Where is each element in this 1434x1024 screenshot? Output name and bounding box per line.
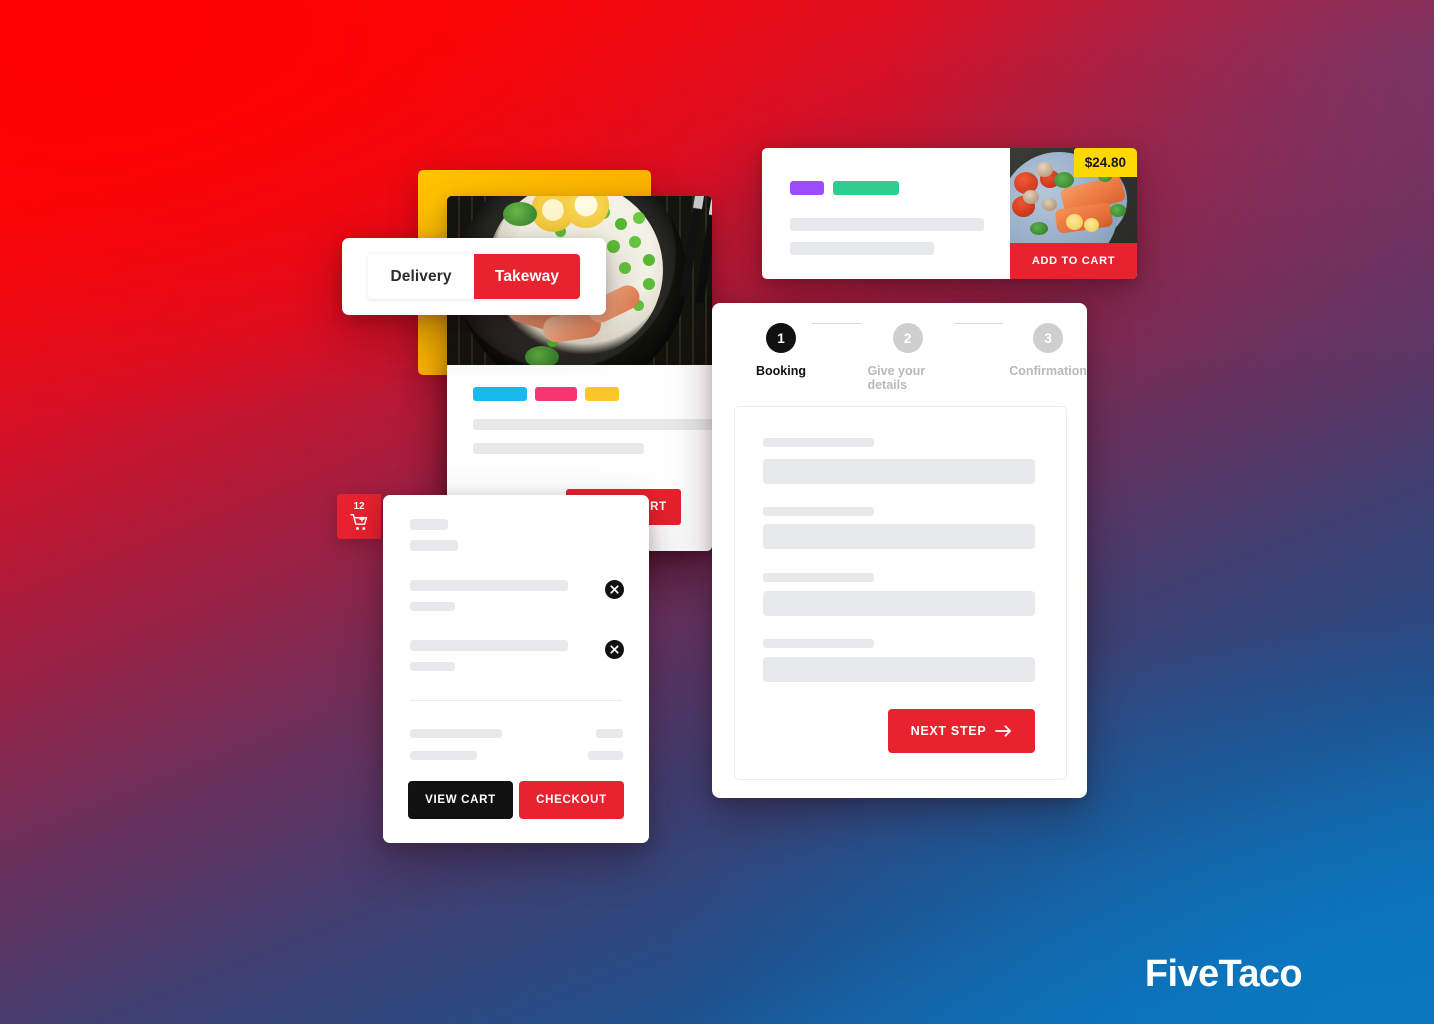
- swatch-pink[interactable]: [535, 387, 577, 401]
- purple-tag-icon: [790, 181, 824, 195]
- step-booking[interactable]: 1 Booking: [756, 323, 806, 378]
- swatch-yellow[interactable]: [585, 387, 619, 401]
- step-connector-1: [812, 323, 862, 324]
- cart-item-remove-button-2[interactable]: [605, 640, 624, 659]
- cart-item-remove-button-1[interactable]: [605, 580, 624, 599]
- product-skeleton-line-2: [473, 443, 644, 454]
- step-give-your-details[interactable]: 2 Give your details: [867, 323, 947, 392]
- next-step-button[interactable]: NEXT STEP: [888, 709, 1035, 753]
- promo-add-to-cart-button[interactable]: ADD TO CART: [1010, 243, 1137, 279]
- field-label-4: [763, 639, 874, 648]
- cart-divider: [410, 700, 622, 701]
- cart-plus-icon: [349, 514, 367, 530]
- field-input-3[interactable]: [763, 591, 1035, 616]
- step-3-number: 3: [1033, 323, 1064, 353]
- step-connector-2: [953, 323, 1004, 324]
- close-icon: [610, 645, 619, 654]
- field-label-2: [763, 507, 874, 516]
- next-step-label: NEXT STEP: [910, 724, 987, 738]
- step-1-label: Booking: [756, 364, 806, 378]
- cart-item-title-2: [410, 640, 568, 651]
- cart-total-label-1: [410, 729, 502, 738]
- promo-skeleton-line-1: [790, 218, 984, 231]
- toggle-option-takeway[interactable]: Takeway: [474, 254, 580, 299]
- promo-tag-row: [790, 181, 899, 195]
- cart-skeleton-top-1: [410, 519, 448, 530]
- toggle-option-delivery[interactable]: Delivery: [368, 254, 474, 299]
- cart-item-title-1: [410, 580, 568, 591]
- product-skeleton-line-1: [473, 419, 721, 430]
- promo-product-card[interactable]: $24.80 ADD TO CART: [762, 148, 1137, 279]
- field-input-1[interactable]: [763, 459, 1035, 484]
- cart-count-value: 12: [353, 501, 365, 512]
- step-3-label: Confirmation: [1009, 364, 1087, 378]
- field-label-1: [763, 438, 874, 447]
- field-label-3: [763, 573, 874, 582]
- cart-total-label-2: [410, 751, 477, 760]
- step-confirmation[interactable]: 3 Confirmation: [1009, 323, 1087, 378]
- cart-item-sub-1: [410, 602, 455, 611]
- cart-total-value-1: [596, 729, 623, 738]
- close-icon: [610, 585, 619, 594]
- order-type-toggle-card: Delivery Takeway: [342, 238, 606, 315]
- field-input-2[interactable]: [763, 524, 1035, 549]
- order-type-segmented-control[interactable]: Delivery Takeway: [368, 254, 580, 299]
- cart-total-value-2: [588, 751, 623, 760]
- field-input-4[interactable]: [763, 657, 1035, 682]
- cart-skeleton-top-2: [410, 540, 458, 551]
- step-1-number: 1: [766, 323, 796, 353]
- screenshot-stage: $24.80 ADD TO CART CART Delivery Takeway…: [0, 0, 1434, 1024]
- promo-price-badge: $24.80: [1073, 148, 1137, 177]
- checkout-button[interactable]: CHECKOUT: [519, 781, 624, 819]
- step-2-number: 2: [892, 323, 923, 353]
- booking-form-panel: NEXT STEP: [734, 406, 1067, 780]
- promo-skeleton-line-2: [790, 242, 934, 255]
- green-tag-icon: [833, 181, 899, 195]
- step-2-label: Give your details: [867, 364, 926, 392]
- arrow-right-icon: [995, 725, 1012, 737]
- booking-stepper: 1 Booking 2 Give your details 3 Confirma…: [756, 323, 1087, 392]
- color-swatch-row[interactable]: [473, 387, 619, 401]
- view-cart-button[interactable]: VIEW CART: [408, 781, 513, 819]
- fivetaco-logo: FiveTaco: [1144, 953, 1303, 995]
- mini-cart-panel: VIEW CART CHECKOUT: [383, 495, 649, 843]
- cart-item-sub-2: [410, 662, 455, 671]
- booking-wizard-card: 1 Booking 2 Give your details 3 Confirma…: [712, 303, 1087, 798]
- swatch-cyan[interactable]: [473, 387, 527, 401]
- cart-count-badge[interactable]: 12: [337, 494, 381, 539]
